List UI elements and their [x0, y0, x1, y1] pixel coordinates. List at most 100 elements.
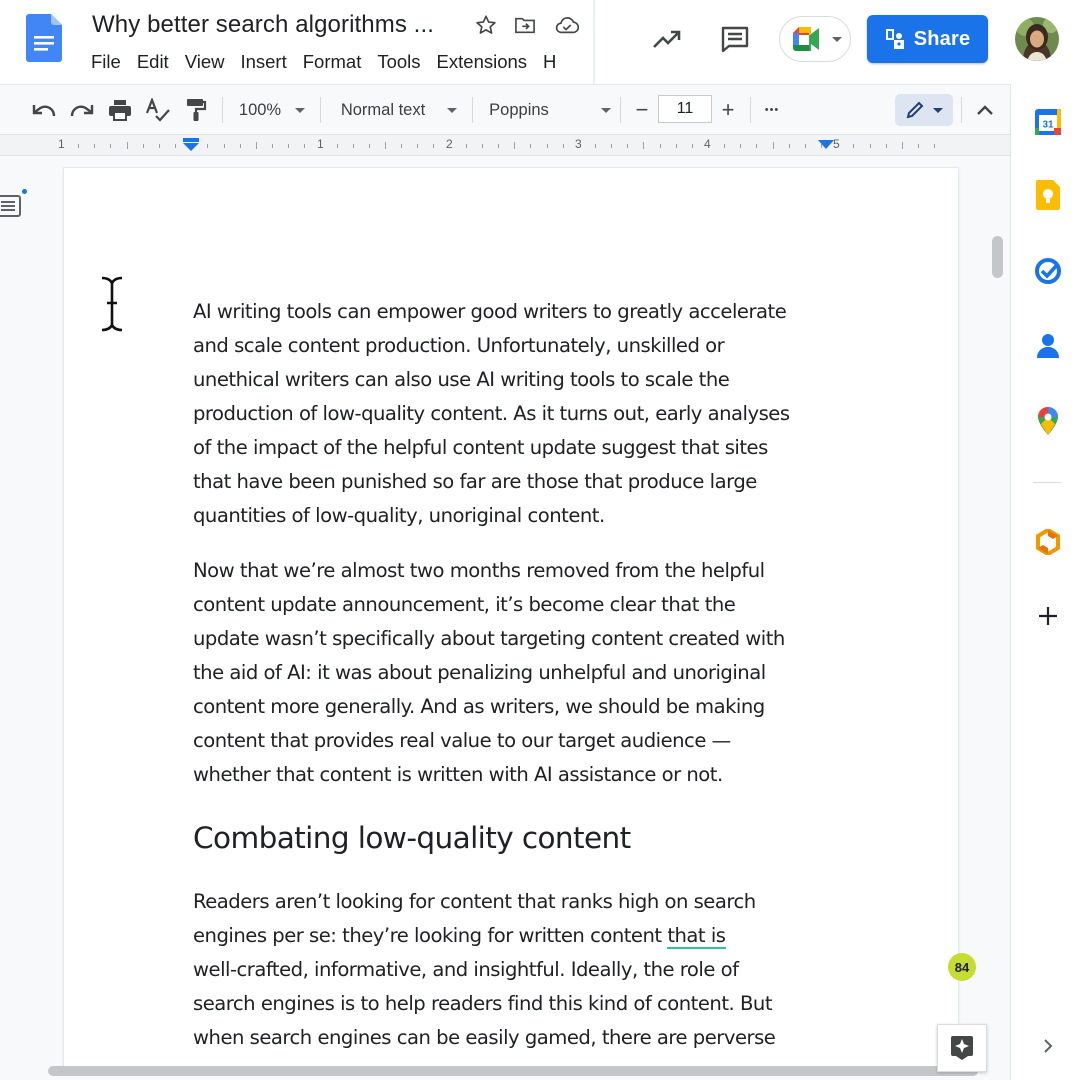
section-heading[interactable]: Combating low-quality content — [193, 818, 631, 858]
menu-file[interactable]: File — [91, 50, 121, 74]
menu-extensions[interactable]: Extensions — [437, 50, 528, 74]
font-dropdown-icon — [600, 107, 611, 113]
ruler-label: 2 — [446, 137, 453, 151]
ruler-label: 5 — [833, 137, 840, 151]
ruler-tick — [756, 144, 758, 148]
undo-icon[interactable] — [30, 85, 58, 135]
star-icon[interactable] — [473, 12, 499, 38]
expand-icon[interactable] — [1024, 1022, 1072, 1070]
assistant-score-badge[interactable]: 84 — [948, 953, 976, 981]
document-title[interactable]: Why better search algorithms ... — [92, 11, 434, 39]
paragraph-line: of the impact of the helpful content upd… — [193, 436, 768, 459]
menu-view[interactable]: View — [185, 50, 225, 74]
horizontal-scrollbar[interactable] — [48, 1066, 978, 1076]
body-paragraph[interactable]: Readers aren’t looking for content that … — [193, 885, 833, 1055]
move-to-folder-icon[interactable] — [512, 12, 538, 38]
vertical-scrollbar[interactable] — [992, 236, 1003, 278]
ruler-tick — [934, 144, 936, 148]
menu-insert[interactable]: Insert — [240, 50, 286, 74]
ruler-tick — [126, 142, 128, 149]
ruler-tick — [223, 144, 225, 148]
menu-edit[interactable]: Edit — [137, 50, 169, 74]
formatting-toolbar: 100% Normal text Poppins − 11 + ••• — [0, 84, 1010, 134]
ruler-tick — [594, 144, 596, 148]
docs-logo-icon[interactable] — [26, 14, 62, 62]
maps-icon[interactable] — [1024, 397, 1072, 445]
account-avatar[interactable] — [1015, 17, 1059, 61]
font-select[interactable]: Poppins — [486, 85, 614, 135]
menu-tools[interactable]: Tools — [377, 50, 420, 74]
ruler-tick — [514, 142, 516, 149]
ruler-tick — [288, 144, 290, 148]
redo-icon[interactable] — [68, 85, 96, 135]
activity-trend-icon[interactable] — [648, 22, 686, 56]
ruler-tick — [627, 144, 629, 148]
ruler-tick — [336, 144, 338, 148]
ruler-tick — [304, 144, 306, 148]
ruler-tick — [255, 142, 257, 149]
print-icon[interactable] — [106, 85, 134, 135]
ruler-tick — [724, 144, 726, 148]
paragraph-line: production of low-quality content. As it… — [193, 402, 790, 425]
paragraph-line: update wasn’t specifically about targeti… — [193, 627, 785, 650]
editing-mode-button[interactable] — [895, 94, 953, 126]
document-outline-icon[interactable] — [0, 193, 22, 219]
cloud-saved-icon[interactable] — [554, 12, 580, 38]
keep-icon[interactable] — [1024, 171, 1072, 219]
ruler-tick — [643, 142, 645, 149]
side-panel — [1010, 84, 1080, 1080]
ruler-tick — [804, 144, 806, 148]
ruler-tick — [401, 144, 403, 148]
paragraph-line: content update announcement, it’s become… — [193, 593, 736, 616]
toolbar-divider — [222, 97, 223, 123]
zoom-select[interactable]: 100% — [232, 85, 312, 135]
paragraph-line: the aid of AI: it was about penalizing u… — [193, 661, 766, 684]
menu-format[interactable]: Format — [303, 50, 362, 74]
paint-format-icon[interactable] — [182, 85, 210, 135]
ruler-tick — [691, 144, 693, 148]
grammar-suggestion[interactable]: that is — [667, 924, 726, 949]
increase-font-size-button[interactable]: + — [714, 85, 742, 135]
more-options-button[interactable]: ••• — [758, 85, 786, 135]
menu-help[interactable]: H — [543, 50, 556, 74]
paragraph-style-select[interactable]: Normal text — [334, 85, 464, 135]
ruler-tick — [901, 142, 903, 149]
ruler-tick — [853, 144, 855, 148]
font-size-input[interactable]: 11 — [658, 95, 712, 123]
ruler-tick — [869, 144, 871, 148]
calendar-icon[interactable]: 31 — [1024, 98, 1072, 146]
body-paragraph[interactable]: AI writing tools can empower good writer… — [193, 295, 833, 533]
contacts-icon[interactable] — [1024, 322, 1072, 370]
horizontal-ruler[interactable]: 1 1 2 3 4 5 — [0, 134, 1010, 156]
meet-button[interactable] — [779, 16, 851, 62]
decrease-font-size-button[interactable]: − — [628, 85, 656, 135]
style-dropdown-icon — [447, 107, 458, 113]
pencil-icon — [905, 100, 925, 120]
explore-button[interactable] — [937, 1024, 987, 1072]
right-indent-marker-icon[interactable] — [818, 140, 834, 150]
ruler-tick — [433, 144, 435, 148]
ruler-label: 3 — [575, 137, 582, 151]
ruler-label: 1 — [317, 137, 324, 151]
paragraph-line: well-crafted, informative, and insightfu… — [193, 958, 739, 981]
share-button[interactable]: Share — [867, 15, 988, 63]
left-indent-marker-icon[interactable] — [182, 138, 200, 152]
body-paragraph[interactable]: Now that we’re almost two months removed… — [193, 554, 833, 792]
paragraph-line: content that provides real value to our … — [193, 729, 731, 752]
add-icon[interactable] — [1024, 592, 1072, 640]
addon-icon[interactable] — [1024, 518, 1072, 566]
spellcheck-icon[interactable] — [143, 85, 173, 135]
hide-menus-chevron-up-icon[interactable] — [970, 85, 1000, 135]
toolbar-divider — [620, 97, 621, 123]
meet-icon — [793, 27, 823, 51]
ruler-tick — [885, 144, 887, 148]
calendar-day: 31 — [1042, 120, 1054, 131]
ruler-tick — [207, 144, 209, 148]
toolbar-divider — [472, 97, 473, 123]
paragraph-line: Now that we’re almost two months removed… — [193, 559, 765, 582]
ruler-tick — [368, 144, 370, 148]
paragraph-line: AI writing tools can empower good writer… — [193, 300, 787, 323]
comments-icon[interactable] — [716, 22, 754, 56]
tasks-icon[interactable] — [1024, 247, 1072, 295]
ruler-tick — [675, 144, 677, 148]
